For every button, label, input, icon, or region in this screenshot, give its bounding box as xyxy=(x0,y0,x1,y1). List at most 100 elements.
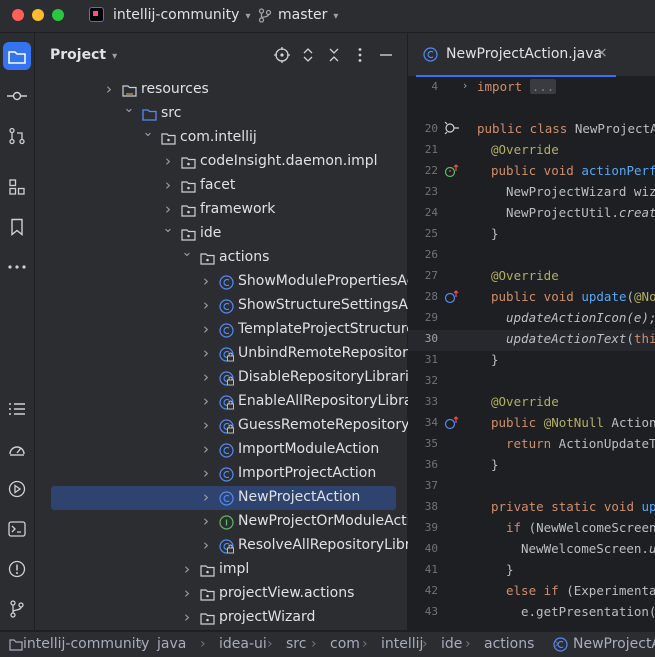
breadcrumb-item[interactable]: ide xyxy=(441,636,462,652)
chevron-right-icon[interactable]: › xyxy=(200,269,212,293)
minimize-window-button[interactable] xyxy=(32,9,44,21)
chevron-right-icon[interactable]: › xyxy=(200,389,212,413)
tree-item[interactable]: › ImportModuleAction xyxy=(35,437,407,461)
close-window-button[interactable] xyxy=(12,9,24,21)
commit-tool-button[interactable] xyxy=(3,82,31,110)
tree-item[interactable]: › ImportProjectAction xyxy=(35,461,407,485)
collapse-all-icon[interactable] xyxy=(325,46,343,64)
gauge-icon xyxy=(9,446,25,456)
terminal-tool-button[interactable] xyxy=(3,515,31,543)
tree-item[interactable]: › TemplateProjectStructureActi xyxy=(35,317,441,341)
fold-arrow-icon[interactable]: › xyxy=(463,79,467,92)
chevron-right-icon[interactable]: › xyxy=(200,533,212,557)
tree-item-label: facet xyxy=(200,177,236,193)
tree-item[interactable]: ⌄ src xyxy=(35,101,407,125)
expand-all-icon[interactable] xyxy=(299,46,317,64)
tree-item[interactable]: ⌄ com.intellij xyxy=(35,125,407,149)
pull-requests-tool-button[interactable] xyxy=(3,122,31,150)
project-switcher[interactable]: intellij-community ▾ xyxy=(113,7,250,23)
overrides-method-icon[interactable] xyxy=(444,415,459,430)
chevron-right-icon[interactable]: › xyxy=(200,437,212,461)
profiler-tool-button[interactable] xyxy=(3,435,31,463)
tree-item-label: NewProjectAction xyxy=(238,489,361,505)
breadcrumb-item[interactable]: src xyxy=(286,636,306,652)
chevron-right-icon[interactable]: › xyxy=(200,365,212,389)
tree-item[interactable]: ⌄ actions xyxy=(35,245,407,269)
package-icon xyxy=(200,586,215,601)
breadcrumb-item[interactable]: idea-ui xyxy=(219,636,267,652)
tree-item[interactable]: › facet xyxy=(35,173,407,197)
zoom-window-button[interactable] xyxy=(52,9,64,21)
chevron-right-icon[interactable]: › xyxy=(200,509,212,533)
tree-item[interactable]: › projectWizard xyxy=(35,605,407,629)
package-icon xyxy=(200,562,215,577)
line-number: 26 xyxy=(424,248,438,261)
title-bar: intellij-community ▾ master ▾ xyxy=(0,0,655,33)
git-tool-button[interactable] xyxy=(3,595,31,623)
hide-panel-icon[interactable] xyxy=(377,46,395,64)
options-menu-icon[interactable] xyxy=(351,46,369,64)
problems-tool-button[interactable] xyxy=(3,555,31,583)
tree-item[interactable]: › ShowStructureSettingsAction xyxy=(35,293,442,317)
tab-close-icon[interactable]: × xyxy=(596,45,608,61)
chevron-right-icon[interactable]: › xyxy=(200,293,212,317)
chevron-down-icon[interactable]: ⌄ xyxy=(123,97,135,121)
tree-item[interactable]: › GuessRemoteRepositoryForEa xyxy=(35,413,449,437)
tree-item[interactable]: › framework xyxy=(35,197,407,221)
tree-item[interactable]: › impl xyxy=(35,557,407,581)
chevron-right-icon[interactable]: › xyxy=(200,341,212,365)
tree-item[interactable]: › ShowModulePropertiesAction xyxy=(35,269,441,293)
breadcrumb-item[interactable]: intellij xyxy=(381,636,423,652)
tree-item[interactable]: › resources xyxy=(35,77,407,101)
project-tool-button[interactable] xyxy=(3,42,31,70)
branch-switcher[interactable]: master ▾ xyxy=(278,7,338,23)
implementations-icon[interactable] xyxy=(444,120,459,135)
project-view-selector[interactable]: Project ▾ xyxy=(50,47,117,63)
breadcrumb-item[interactable]: intellij-community xyxy=(23,636,149,652)
tree-item-label: projectWizard xyxy=(219,609,316,625)
line-number: 24 xyxy=(424,206,438,219)
tree-item[interactable]: › EnableAllRepositoryLibrariesS xyxy=(35,389,447,413)
tree-item[interactable]: › UnbindRemoteRepositoryForA xyxy=(35,341,448,365)
tree-item[interactable]: › NewProjectAction xyxy=(35,485,407,509)
more-tools-button[interactable] xyxy=(3,253,31,281)
chevron-right-icon[interactable]: › xyxy=(200,461,212,485)
tree-item[interactable]: › codeInsight.daemon.impl xyxy=(35,149,407,173)
breadcrumb-item[interactable]: NewProjectAc xyxy=(573,636,655,652)
chevron-right-icon[interactable]: › xyxy=(181,557,193,581)
bookmarks-tool-button[interactable] xyxy=(3,213,31,241)
tree-item[interactable]: › DisableRepositoryLibrariesSha xyxy=(35,365,451,389)
chevron-right-icon[interactable]: › xyxy=(103,77,115,101)
chevron-right-icon[interactable]: › xyxy=(162,149,174,173)
code-line-42: else if (Experimental xyxy=(506,583,655,598)
tree-item[interactable]: › NewProjectOrModuleAction xyxy=(35,509,428,533)
overrides-method-icon[interactable] xyxy=(444,163,459,178)
chevron-right-icon[interactable]: › xyxy=(200,413,212,437)
tree-item-label: projectView.actions xyxy=(219,585,355,601)
code-editor[interactable]: 4 20 21 22 23 24 25 26 27 28 29 30 31 32 33 34 35 36 37 38 3… xyxy=(408,77,655,630)
chevron-right-icon[interactable]: › xyxy=(200,317,212,341)
tree-item[interactable]: ⌄ ide xyxy=(35,221,407,245)
breadcrumb-item[interactable]: java xyxy=(157,636,186,652)
breadcrumb-item[interactable]: actions xyxy=(484,636,534,652)
chevron-right-icon[interactable]: › xyxy=(162,173,174,197)
chevron-down-icon[interactable]: ⌄ xyxy=(181,241,193,265)
chevron-right-icon[interactable]: › xyxy=(181,605,193,629)
chevron-down-icon[interactable]: ⌄ xyxy=(162,217,174,241)
tab-new-project-action[interactable]: NewProjectAction.java × xyxy=(412,33,616,77)
tree-item[interactable]: › projectView.actions xyxy=(35,581,407,605)
line-number: 36 xyxy=(424,458,438,471)
chevron-right-icon[interactable]: › xyxy=(181,581,193,605)
chevron-down-icon[interactable]: ⌄ xyxy=(142,121,154,145)
tree-item[interactable]: › ResolveAllRepositoryLibraries xyxy=(35,533,445,557)
breadcrumb-item[interactable]: com xyxy=(330,636,360,652)
locate-file-icon[interactable] xyxy=(273,46,291,64)
structure-tool-button[interactable] xyxy=(3,173,31,201)
overrides-method-icon[interactable] xyxy=(444,289,459,304)
class-icon xyxy=(219,490,234,506)
chevron-right-icon[interactable]: › xyxy=(200,485,212,509)
todo-tool-button[interactable] xyxy=(3,395,31,423)
code-line-25: } xyxy=(491,226,499,241)
breadcrumb-separator-icon: › xyxy=(267,636,273,652)
services-tool-button[interactable] xyxy=(3,475,31,503)
